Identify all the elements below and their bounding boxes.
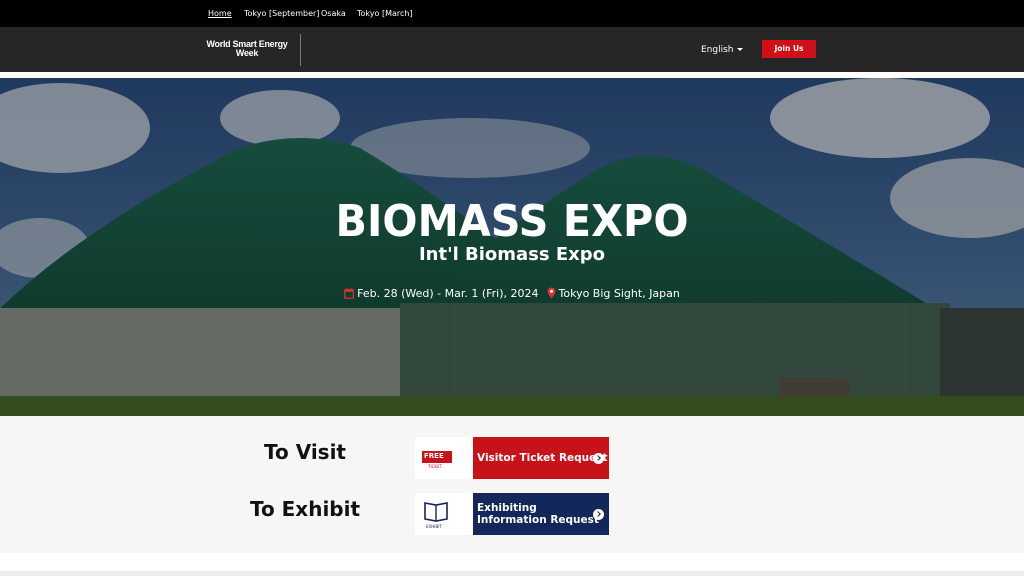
chevron-right-icon — [593, 453, 604, 464]
nav-tokyo-march[interactable]: Tokyo [March] — [357, 9, 413, 18]
map-pin-icon — [547, 287, 556, 302]
visitor-ticket-text: Visitor Ticket Request — [477, 452, 608, 464]
event-venue: Tokyo Big Sight, Japan — [558, 287, 680, 300]
top-nav: Home Tokyo [September] Osaka Tokyo [Marc… — [0, 0, 1024, 27]
caret-down-icon — [736, 48, 743, 51]
site-logo[interactable]: World Smart Energy Week — [205, 40, 289, 58]
free-ticket-badge: FREE TICKET — [415, 437, 473, 479]
cta-section: To Visit FREE TICKET Visitor Ticket Requ… — [0, 416, 1024, 553]
to-visit-label: To Visit — [264, 440, 346, 464]
nav-tokyo-september[interactable]: Tokyo [September] — [244, 9, 319, 18]
calendar-icon — [344, 288, 354, 302]
exhibit-badge-text: EXHIBIT — [426, 524, 442, 529]
join-us-button[interactable]: Join Us — [762, 40, 816, 58]
exhibit-badge: EXHIBIT — [415, 493, 473, 535]
event-date: Feb. 28 (Wed) - Mar. 1 (Fri), 2024 — [357, 287, 539, 300]
logo-divider — [300, 34, 301, 66]
nav-osaka[interactable]: Osaka — [321, 9, 346, 18]
language-label: English — [701, 45, 734, 55]
exhibit-text-line-1: Exhibiting — [477, 502, 537, 514]
site-header: World Smart Energy Week English Join Us — [0, 27, 1024, 72]
footer-strip — [0, 553, 1024, 576]
language-selector[interactable]: English — [701, 45, 743, 55]
free-badge-text: FREE — [424, 452, 444, 460]
hero-event-info: Feb. 28 (Wed) - Mar. 1 (Fri), 2024 Tokyo… — [0, 287, 1024, 302]
hero-subtitle: Int'l Biomass Expo — [418, 244, 606, 265]
hero-title: BIOMASS EXPO — [335, 196, 689, 247]
ticket-badge-text: TICKET — [428, 464, 443, 469]
exhibit-text-line-2: Information Request — [477, 514, 599, 526]
to-exhibit-label: To Exhibit — [249, 497, 361, 521]
exhibiting-info-text: Exhibiting Information Request — [477, 502, 599, 526]
visitor-ticket-request-button[interactable]: FREE TICKET Visitor Ticket Request — [415, 437, 609, 479]
hero-banner: BIOMASS EXPO Int'l Biomass Expo Feb. 28 … — [0, 78, 1024, 416]
logo-line-2: Week — [235, 48, 259, 58]
nav-home[interactable]: Home — [208, 9, 232, 18]
exhibiting-information-request-button[interactable]: EXHIBIT Exhibiting Information Request — [415, 493, 609, 535]
chevron-right-icon — [593, 509, 604, 520]
